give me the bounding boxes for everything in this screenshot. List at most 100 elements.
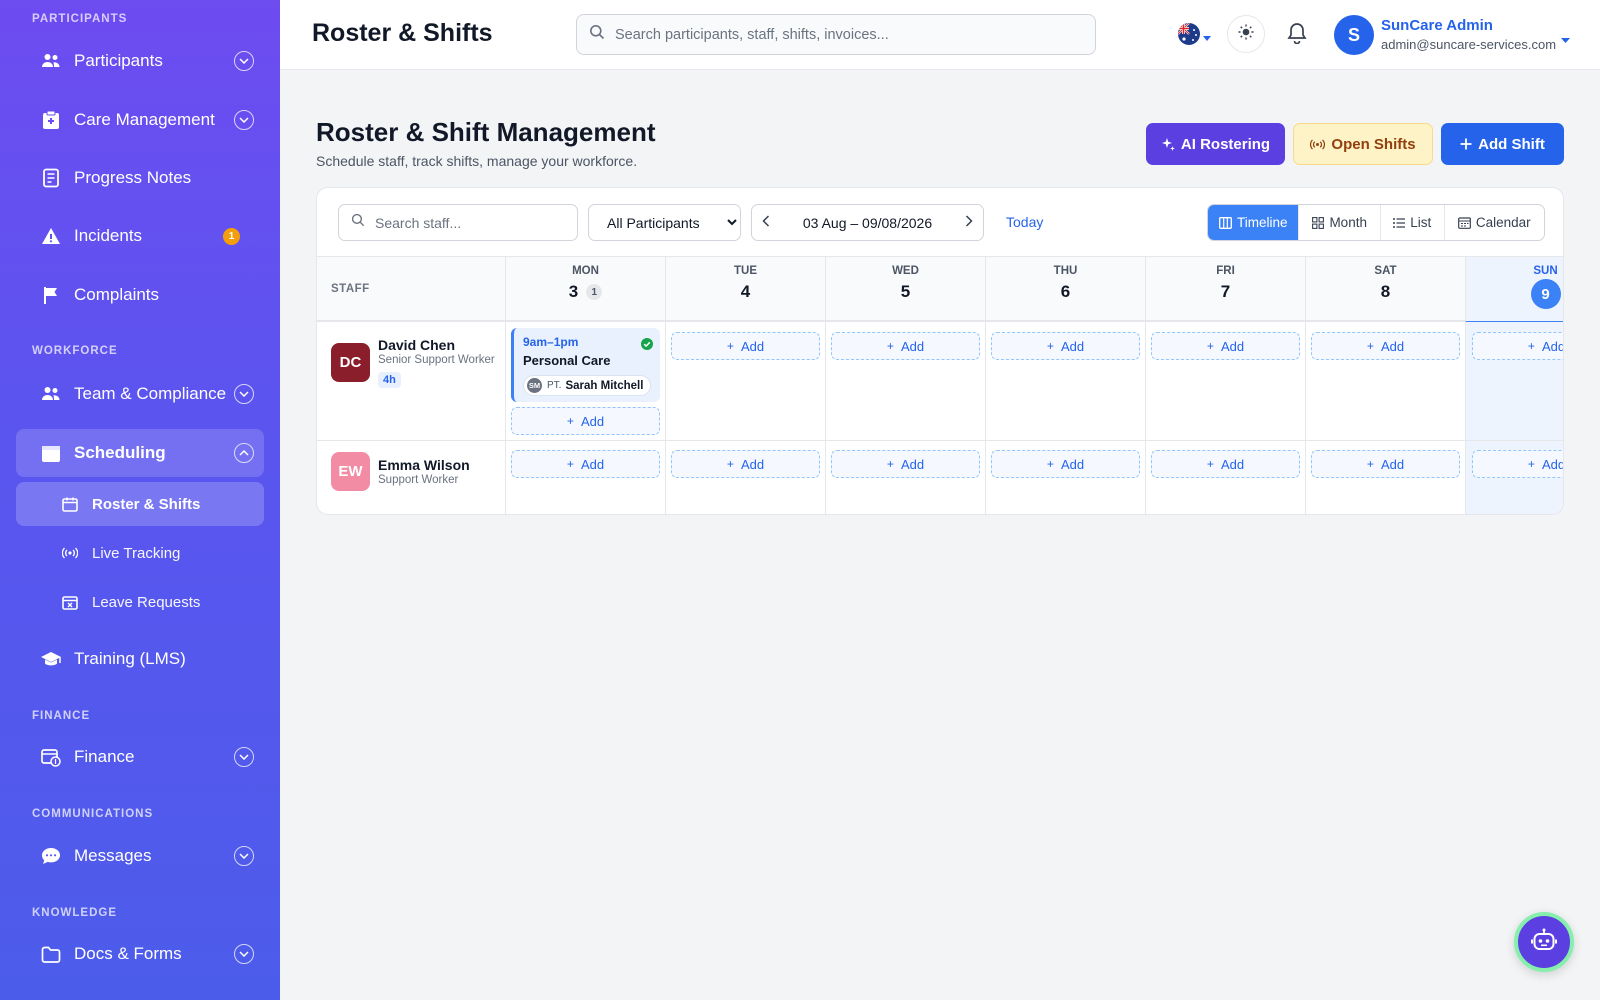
view-tab-calendar[interactable]: Calendar [1445,205,1544,240]
day-cell-fri: + Add [1145,441,1305,514]
add-shift-slot[interactable]: + Add [1151,332,1300,360]
add-shift-slot[interactable]: + Add [1311,332,1460,360]
staff-cell[interactable]: EW Emma Wilson Support Worker [317,441,505,514]
ai-rostering-button[interactable]: AI Rostering [1146,123,1285,165]
add-shift-button[interactable]: Add Shift [1441,123,1564,165]
chevron-right-icon[interactable] [965,214,973,232]
notes-icon [40,167,62,189]
user-name[interactable]: SunCare Admin [1381,17,1493,34]
shift-participant-chip[interactable]: SM PT. Sarah Mitchell [523,375,651,396]
staff-cell[interactable]: DC David Chen Senior Support Worker 4h [317,322,505,440]
check-circle-icon [641,337,653,355]
add-shift-slot[interactable]: + Add [991,332,1140,360]
sidebar-item-care-management[interactable]: Care Management [16,97,264,143]
add-shift-slot[interactable]: + Add [1311,450,1460,478]
add-shift-slot[interactable]: + Add [831,450,980,478]
section-label-workforce: WORKFORCE [32,345,118,357]
participant-filter-select[interactable]: All Participants [588,204,741,241]
sidebar-item-incidents[interactable]: Incidents 1 [16,213,264,259]
chevron-left-icon[interactable] [762,214,770,232]
sidebar-item-complaints[interactable]: Complaints [16,272,264,318]
assistant-fab-button[interactable] [1514,912,1574,972]
add-slot-label: Add [900,338,925,354]
shift-card[interactable]: 9am–1pm Personal Care SM PT. Sarah Mitch… [511,328,660,402]
chevron-down-icon[interactable] [234,747,254,767]
add-slot-label: Add [580,413,605,429]
plus-icon: + [1527,339,1535,353]
day-cell-sat: + Add [1305,441,1465,514]
day-date: 7 [1220,282,1231,301]
global-search-input[interactable] [615,26,1075,43]
chevron-down-icon[interactable] [234,846,254,866]
global-search[interactable] [576,14,1096,55]
chevron-up-icon[interactable] [234,443,254,463]
sidebar-item-label: Participants [74,51,163,70]
sidebar-subitem-live-tracking[interactable]: Live Tracking [16,531,264,575]
sidebar-item-messages[interactable]: Messages [16,833,264,879]
sidebar-item-finance[interactable]: Finance [16,734,264,780]
staff-avatar: DC [331,343,370,382]
shift-time: 9am–1pm [523,335,579,349]
incidents-count-badge: 1 [223,228,240,245]
user-email: admin@suncare-services.com [1381,37,1557,52]
add-slot-label: Add [1541,456,1564,472]
add-shift-slot[interactable]: + Add [511,407,660,435]
sidebar-item-label: Complaints [74,285,160,304]
sidebar-item-participants[interactable]: Participants [16,38,264,84]
add-slot-label: Add [1060,456,1085,472]
date-range-label: 03 Aug – 09/08/2026 [802,214,933,231]
notifications-button[interactable] [1287,22,1307,49]
sidebar-item-scheduling[interactable]: Scheduling [16,429,264,477]
sidebar-item-label: Scheduling [74,443,166,462]
sidebar-item-docs-forms[interactable]: Docs & Forms [16,931,264,977]
plus-icon: + [566,414,574,428]
add-slot-label: Add [740,456,765,472]
sidebar-item-progress-notes[interactable]: Progress Notes [16,155,264,201]
australia-flag-icon [1178,23,1200,50]
sidebar-subitem-roster-shifts[interactable]: Roster & Shifts [16,482,264,526]
chevron-down-icon[interactable] [234,51,254,71]
sidebar-subitem-leave-requests[interactable]: Leave Requests [16,580,264,624]
columns-icon [1219,216,1232,229]
calendar-icon [1457,216,1471,229]
sidebar-item-team-compliance[interactable]: Team & Compliance [16,371,264,417]
day-cell-wed: + Add [825,441,985,514]
section-label-finance: FINANCE [32,710,91,722]
view-tab-month[interactable]: Month [1299,205,1381,240]
language-selector[interactable] [1178,23,1211,50]
add-shift-slot[interactable]: + Add [1151,450,1300,478]
view-tab-list[interactable]: List [1381,205,1445,240]
day-date: 6 [1060,282,1071,301]
day-name: FRI [1216,265,1235,277]
add-shift-slot[interactable]: + Add [511,450,660,478]
staff-search-input[interactable] [375,214,565,231]
calendar-icon [40,442,62,464]
chevron-down-icon[interactable] [234,110,254,130]
staff-search[interactable] [338,204,578,241]
section-label-communications: COMMUNICATIONS [32,808,154,820]
add-shift-slot[interactable]: + Add [1472,332,1563,360]
caret-down-icon[interactable] [1561,30,1570,48]
chevron-down-icon[interactable] [234,384,254,404]
theme-toggle-button[interactable] [1227,15,1265,53]
plus-icon [1460,138,1472,150]
add-slot-label: Add [900,456,925,472]
sidebar-item-label: Docs & Forms [74,944,182,963]
user-avatar[interactable]: S [1334,15,1374,55]
roster-card: All Participants 03 Aug – 09/08/2026 Tod… [316,187,1564,515]
add-shift-slot[interactable]: + Add [671,332,820,360]
plus-icon: + [1206,457,1214,471]
sidebar-item-training[interactable]: Training (LMS) [16,636,264,682]
plus-icon: + [726,339,734,353]
open-shifts-button[interactable]: Open Shifts [1293,123,1433,165]
add-shift-slot[interactable]: + Add [1472,450,1564,478]
today-button[interactable]: Today [1006,214,1043,230]
day-date: 5 [900,282,911,301]
add-shift-slot[interactable]: + Add [671,450,820,478]
add-shift-slot[interactable]: + Add [831,332,980,360]
day-cell-tue: + Add [665,441,825,514]
chevron-down-icon[interactable] [234,944,254,964]
users-icon [40,50,62,72]
add-shift-slot[interactable]: + Add [991,450,1140,478]
view-tab-timeline[interactable]: Timeline [1208,205,1300,240]
